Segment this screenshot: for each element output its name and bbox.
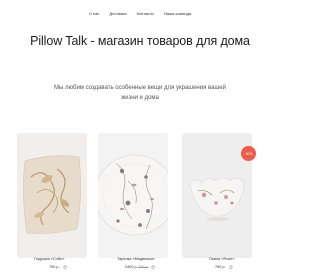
nav-item-about[interactable]: О нас bbox=[89, 11, 100, 16]
page-title: Pillow Talk - магазин товаров для дома bbox=[30, 34, 250, 48]
shopping-bag-icon[interactable] bbox=[229, 265, 233, 270]
sale-badge: -30% bbox=[241, 146, 256, 161]
product-name[interactable]: Подушка «Collin» bbox=[34, 257, 65, 261]
product-image-plate[interactable] bbox=[98, 133, 168, 258]
shopping-bag-icon[interactable] bbox=[63, 265, 67, 270]
product-price: 750 р. bbox=[215, 265, 226, 269]
pillow-illustration bbox=[23, 155, 81, 234]
top-nav: О нас Доставка Контакты Наша команда bbox=[0, 11, 280, 16]
nav-item-delivery[interactable]: Доставка bbox=[109, 11, 126, 16]
product-old-price: 750 р. bbox=[138, 265, 149, 269]
product-card-plate[interactable] bbox=[98, 133, 168, 258]
product-image-pillow[interactable] bbox=[17, 133, 87, 258]
page: О нас Доставка Контакты Наша команда Pil… bbox=[0, 0, 280, 280]
shopping-bag-icon[interactable] bbox=[151, 265, 155, 270]
product-card-pillow[interactable] bbox=[17, 133, 87, 258]
product-price: 750 р. bbox=[49, 265, 60, 269]
plate-illustration bbox=[98, 154, 168, 236]
nav-item-team[interactable]: Наша команда bbox=[164, 11, 191, 16]
product-price: 2400 р. bbox=[125, 265, 138, 269]
nav-item-contacts[interactable]: Контакты bbox=[137, 11, 154, 16]
product-name[interactable]: Тарелка «Медвежья» bbox=[117, 257, 155, 261]
hero-subtitle: Мы любим создавать особенные вещи для ук… bbox=[54, 85, 226, 101]
product-name[interactable]: Пиала «Rose» bbox=[209, 257, 234, 261]
